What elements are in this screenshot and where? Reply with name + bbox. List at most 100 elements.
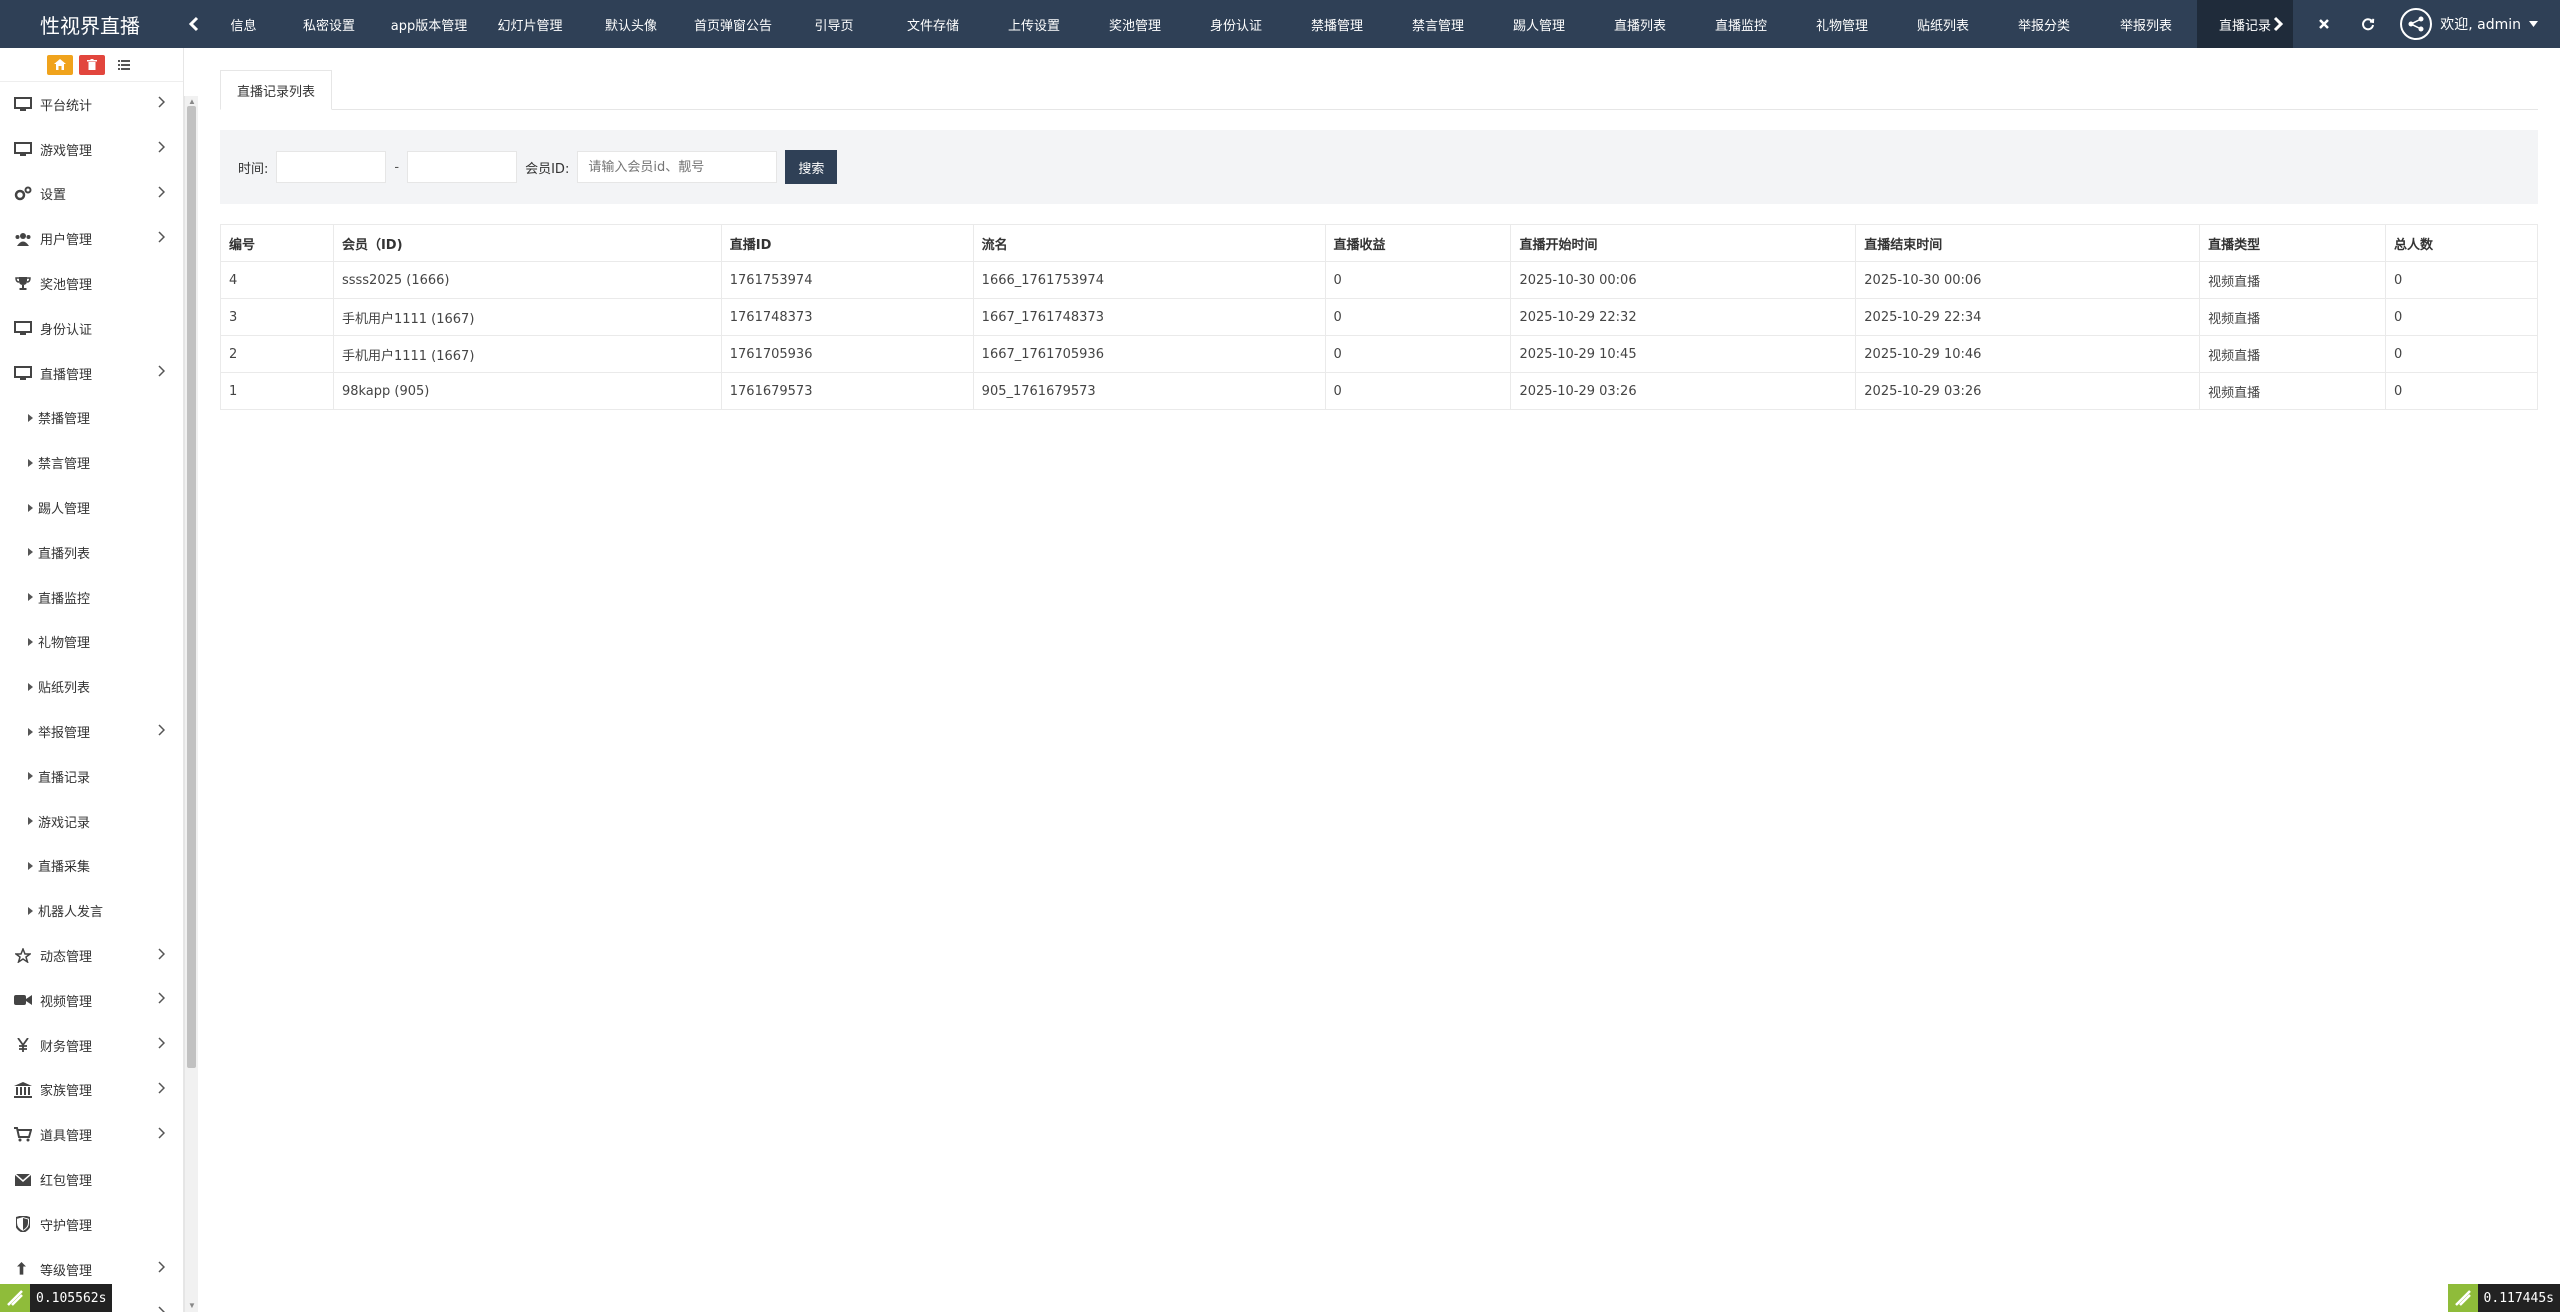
sidebar-item-label: 奖池管理: [40, 278, 93, 294]
sidebar-item-label: 机器人发言: [38, 905, 104, 921]
sidebar-item-11[interactable]: 直播监控: [0, 575, 183, 620]
topnav-item-5[interactable]: 首页弹窗公告: [681, 0, 785, 48]
shield-icon: [12, 1215, 34, 1233]
sidebar-item-22[interactable]: 家族管理: [0, 1068, 183, 1113]
table-row: 4 ssss2025 (1666) 1761753974 1666_176175397…: [220, 261, 2538, 299]
topnav-item-11[interactable]: 禁播管理: [1287, 0, 1387, 48]
home-button[interactable]: [46, 54, 73, 75]
sidebar-item-8[interactable]: 禁言管理: [0, 440, 183, 485]
caret-right-icon: [26, 812, 34, 830]
sidebar-scrollbar[interactable]: ▲ ▼: [184, 96, 198, 1312]
topnav-item-0[interactable]: 信息: [208, 0, 279, 48]
topnav-item-14[interactable]: 直播列表: [1589, 0, 1691, 48]
topnav-item-10[interactable]: 身份认证: [1185, 0, 1287, 48]
sidebar-item-1[interactable]: 游戏管理: [0, 127, 183, 172]
sidebar-item-2[interactable]: 设置: [0, 172, 183, 217]
sidebar-item-9[interactable]: 踢人管理: [0, 485, 183, 530]
chevron-right-icon: [158, 1261, 166, 1277]
table-cell: 0: [1324, 261, 1512, 299]
sidebar-item-label: 等级管理: [40, 1263, 93, 1279]
nav-scroll-left-button[interactable]: [180, 0, 208, 48]
scroll-down-icon[interactable]: ▼: [188, 1302, 196, 1310]
topnav-item-2[interactable]: app版本管理: [379, 0, 479, 48]
member-id-input[interactable]: [577, 151, 778, 183]
sidebar-item-13[interactable]: 贴纸列表: [0, 664, 183, 709]
sidebar-item-label: 视频管理: [40, 994, 93, 1010]
list-view-button[interactable]: [110, 54, 137, 75]
scroll-thumb[interactable]: [187, 106, 196, 1068]
topnav-item-19[interactable]: 举报列表: [2095, 0, 2197, 48]
bank-icon: [12, 1081, 34, 1099]
sidebar-item-0[interactable]: 平台统计: [0, 82, 183, 127]
refresh-icon: [2362, 18, 2375, 31]
user-menu[interactable]: 欢迎, admin: [2390, 8, 2560, 40]
sidebar-item-label: 贴纸列表: [38, 681, 91, 697]
column-header: 会员（ID): [332, 224, 722, 262]
topnav-item-4[interactable]: 默认头像: [581, 0, 681, 48]
topnav-item-16[interactable]: 礼物管理: [1791, 0, 1893, 48]
sidebar-item-20[interactable]: 视频管理: [0, 978, 183, 1023]
sidebar-item-25[interactable]: 守护管理: [0, 1202, 183, 1247]
sidebar-item-19[interactable]: 动态管理: [0, 933, 183, 978]
topnav-item-7[interactable]: 文件存储: [883, 0, 983, 48]
sidebar-item-7[interactable]: 禁播管理: [0, 396, 183, 441]
topnav-item-15[interactable]: 直播监控: [1691, 0, 1791, 48]
sidebar-item-label: 动态管理: [40, 950, 93, 966]
sidebar-item-15[interactable]: 直播记录: [0, 754, 183, 799]
topnav-item-1[interactable]: 私密设置: [279, 0, 379, 48]
thinkphp-trace-icon[interactable]: [0, 1284, 30, 1312]
yen-icon: [12, 1036, 34, 1054]
table-cell: 2025-10-29 22:32: [1510, 298, 1857, 336]
topnav-item-18[interactable]: 举报分类: [1993, 0, 2095, 48]
column-header: 直播收益: [1324, 224, 1512, 262]
topnav-item-13[interactable]: 踢人管理: [1489, 0, 1589, 48]
topnav-item-12[interactable]: 禁言管理: [1387, 0, 1489, 48]
sidebar-item-4[interactable]: 奖池管理: [0, 261, 183, 306]
tab-live-records[interactable]: 直播记录列表: [220, 70, 333, 110]
refresh-button[interactable]: [2346, 0, 2390, 48]
topnav-item-17[interactable]: 贴纸列表: [1893, 0, 1993, 48]
sidebar-item-10[interactable]: 直播列表: [0, 530, 183, 575]
start-date-input[interactable]: [276, 151, 387, 183]
sidebar-toolbar: [0, 48, 183, 82]
column-header: 直播ID: [720, 224, 974, 262]
sidebar-item-23[interactable]: 道具管理: [0, 1112, 183, 1157]
search-button[interactable]: 搜索: [785, 150, 838, 184]
sidebar-item-16[interactable]: 游戏记录: [0, 799, 183, 844]
sidebar-item-label: 直播列表: [38, 546, 91, 562]
end-date-input[interactable]: [407, 151, 518, 183]
sidebar-item-18[interactable]: 机器人发言: [0, 888, 183, 933]
sidebar-item-24[interactable]: 红包管理: [0, 1157, 183, 1202]
caret-right-icon: [26, 409, 34, 427]
video-camera-icon: [12, 991, 34, 1009]
sidebar-item-3[interactable]: 用户管理: [0, 216, 183, 261]
trash-icon: [86, 59, 97, 70]
delete-button[interactable]: [78, 54, 105, 75]
table-cell: 0: [2385, 261, 2538, 299]
table-cell: 1761753974: [720, 261, 974, 299]
table-cell: 1761748373: [720, 298, 974, 336]
sidebar-item-12[interactable]: 礼物管理: [0, 620, 183, 665]
thinkphp-trace-icon[interactable]: [2447, 1284, 2478, 1312]
topnav-item-6[interactable]: 引导页: [785, 0, 883, 48]
chevron-right-icon: [158, 1082, 166, 1098]
topnav-item-8[interactable]: 上传设置: [983, 0, 1085, 48]
debug-timer-left: 0.105562s: [0, 1284, 113, 1312]
table-cell: 2025-10-29 10:45: [1510, 335, 1857, 373]
close-icon: [2319, 19, 2330, 29]
sidebar-item-14[interactable]: 举报管理: [0, 709, 183, 754]
table-cell: 视频直播: [2199, 298, 2387, 336]
sidebar-item-5[interactable]: 身份认证: [0, 306, 183, 351]
table-cell: 1667_1761705936: [972, 335, 1326, 373]
sidebar-item-6[interactable]: 直播管理: [0, 351, 183, 396]
app-logo[interactable]: 性视界直播: [0, 0, 180, 48]
share-alt-icon: [2408, 16, 2424, 32]
search-filter-bar: 时间: - 会员ID: 搜索: [220, 130, 2538, 204]
topnav-item-9[interactable]: 奖池管理: [1085, 0, 1185, 48]
topnav-item-3[interactable]: 幻灯片管理: [479, 0, 581, 48]
close-tabs-button[interactable]: [2302, 0, 2346, 48]
sidebar-item-17[interactable]: 直播采集: [0, 844, 183, 889]
sidebar-item-21[interactable]: 财务管理: [0, 1023, 183, 1068]
scroll-up-icon[interactable]: ▲: [188, 98, 196, 106]
nav-scroll-right-button[interactable]: [2258, 0, 2298, 48]
